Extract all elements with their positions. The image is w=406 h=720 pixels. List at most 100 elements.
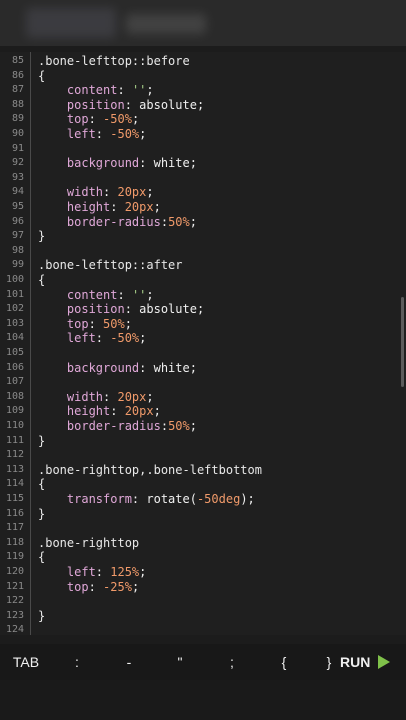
- code-line[interactable]: 105: [0, 346, 406, 361]
- code-line[interactable]: 98: [0, 244, 406, 259]
- code-line[interactable]: 104 left: -50%;: [0, 331, 406, 346]
- code-token: background: [38, 156, 140, 171]
- code-text: .bone-lefttop::before: [38, 54, 190, 69]
- key-quote[interactable]: ": [169, 644, 191, 680]
- code-text: content: '';: [38, 288, 154, 303]
- line-number: 111: [5, 434, 24, 446]
- code-line[interactable]: 91: [0, 142, 406, 157]
- code-line[interactable]: 95 height: 20px;: [0, 200, 406, 215]
- code-line[interactable]: 122: [0, 594, 406, 609]
- code-token: -50%: [103, 112, 132, 127]
- code-token: content: [38, 287, 118, 302]
- code-token: left: [38, 127, 96, 141]
- symbol-key-bar: TAB : - " ; { } RUN: [0, 644, 406, 680]
- code-line[interactable]: 99 .bone-lefttop::after: [0, 258, 406, 273]
- code-line[interactable]: 88 position: absolute;: [0, 98, 406, 113]
- code-line[interactable]: 119 {: [0, 550, 406, 565]
- code-line[interactable]: 97}: [0, 229, 406, 244]
- code-line[interactable]: 110 border-radius:50%;: [0, 419, 406, 434]
- code-text: top: 50%;: [38, 317, 132, 332]
- code-token: .bone-lefttop::after: [38, 258, 183, 273]
- code-line[interactable]: 114 {: [0, 477, 406, 492]
- line-number: 96: [11, 215, 24, 227]
- code-line[interactable]: 118 .bone-righttop: [0, 536, 406, 551]
- line-number: 87: [11, 84, 24, 96]
- line-number: 121: [5, 580, 24, 592]
- code-token: 20px: [117, 185, 147, 200]
- code-token: :: [117, 83, 132, 98]
- code-line[interactable]: 106 background: white;: [0, 361, 406, 376]
- code-token: ;: [139, 127, 147, 141]
- code-line[interactable]: 87 content: '';: [0, 83, 406, 98]
- run-label: RUN: [340, 654, 371, 670]
- line-number: 116: [5, 507, 24, 519]
- key-open-brace[interactable]: {: [273, 644, 295, 680]
- code-token: 50%: [168, 214, 190, 229]
- editor-scrollbar[interactable]: [401, 297, 404, 387]
- line-number: 109: [5, 405, 24, 417]
- key-dash[interactable]: -: [118, 644, 140, 680]
- code-token: 50%: [103, 316, 125, 331]
- code-line[interactable]: 117: [0, 521, 406, 536]
- code-line[interactable]: 90 left: -50%;: [0, 127, 406, 142]
- code-line[interactable]: 86 {: [0, 69, 406, 84]
- code-line[interactable]: 101 content: '';: [0, 288, 406, 303]
- code-line[interactable]: 108 width: 20px;: [0, 390, 406, 405]
- key-close-brace[interactable]: }: [322, 644, 336, 680]
- code-token: :: [95, 127, 111, 141]
- code-line[interactable]: 112: [0, 448, 406, 463]
- line-number: 102: [5, 303, 24, 315]
- code-line[interactable]: 89 top: -50%;: [0, 112, 406, 127]
- key-tab[interactable]: TAB: [8, 644, 44, 680]
- line-number: 105: [5, 347, 24, 358]
- code-token: width: [38, 185, 104, 200]
- key-colon[interactable]: :: [66, 644, 88, 680]
- code-line[interactable]: 92 background: white;: [0, 156, 406, 171]
- code-token: );: [240, 492, 255, 506]
- code-token: 125%: [110, 565, 140, 579]
- code-text: height: 20px;: [38, 404, 161, 419]
- line-number: 99: [11, 259, 24, 271]
- code-token: : absolute;: [124, 302, 205, 317]
- line-number: 91: [11, 142, 24, 154]
- line-number: 88: [11, 98, 24, 110]
- code-text: }: [38, 434, 45, 449]
- code-line[interactable]: 94 width: 20px;: [0, 185, 406, 200]
- code-editor[interactable]: 85 .bone-lefttop::before 86{87 content: ''…: [0, 52, 406, 635]
- code-token: transform: [38, 492, 132, 506]
- code-line[interactable]: 124: [0, 623, 406, 635]
- code-line[interactable]: 109 height: 20px;: [0, 404, 406, 419]
- code-line[interactable]: 96 border-radius:50%;: [0, 215, 406, 230]
- code-text: {: [38, 477, 45, 492]
- code-line[interactable]: 116}: [0, 507, 406, 522]
- code-line[interactable]: 93: [0, 171, 406, 186]
- run-button[interactable]: RUN: [340, 644, 391, 680]
- code-token: ;: [153, 200, 161, 214]
- code-token: ;: [146, 83, 154, 98]
- play-icon: [378, 655, 391, 669]
- code-token: -25%: [103, 579, 132, 594]
- code-line[interactable]: 123}: [0, 609, 406, 624]
- code-line[interactable]: 107: [0, 375, 406, 390]
- key-semicolon[interactable]: ;: [221, 644, 243, 680]
- code-line[interactable]: 113 .bone-righttop,.bone-leftbottom: [0, 463, 406, 478]
- code-token: {: [38, 477, 46, 492]
- line-number: 123: [5, 609, 24, 621]
- code-line[interactable]: 102 position: absolute;: [0, 302, 406, 317]
- code-line[interactable]: 85 .bone-lefttop::before: [0, 54, 406, 69]
- line-number: 110: [5, 420, 24, 431]
- code-token: ;: [146, 389, 154, 404]
- line-number: 95: [11, 201, 24, 212]
- code-line[interactable]: 121 top: -25%;: [0, 580, 406, 595]
- code-text: {: [38, 69, 45, 84]
- code-line[interactable]: 111}: [0, 434, 406, 449]
- code-line[interactable]: 120 left: 125%;: [0, 565, 406, 580]
- code-line[interactable]: 115 transform: rotate(-50deg);: [0, 492, 406, 507]
- code-text: width: 20px;: [38, 390, 154, 405]
- code-line[interactable]: 103 top: 50%;: [0, 317, 406, 332]
- line-number: 114: [5, 478, 24, 490]
- code-token: 50%: [168, 419, 190, 433]
- code-token: border-radius: [38, 214, 161, 229]
- code-line[interactable]: 100 {: [0, 273, 406, 288]
- code-token: ;: [153, 404, 161, 419]
